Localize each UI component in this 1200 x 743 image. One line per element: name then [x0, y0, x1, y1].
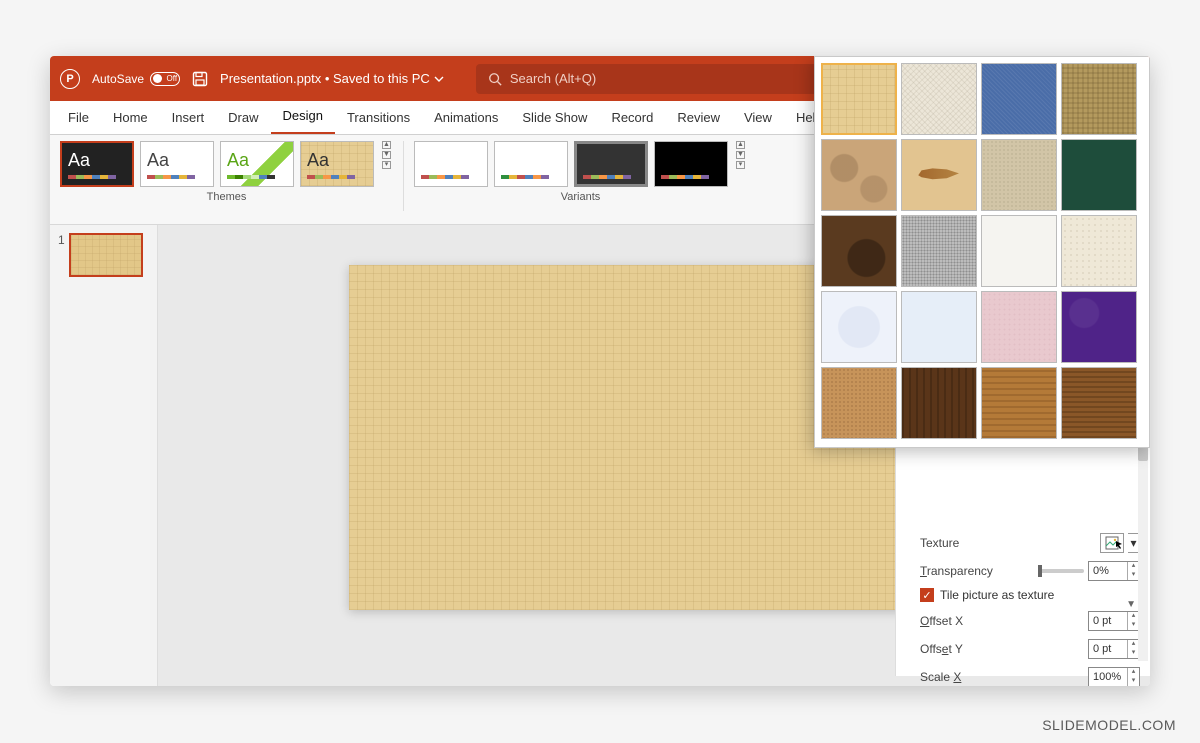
themes-group-label: Themes — [207, 191, 247, 203]
search-icon — [488, 72, 502, 86]
slide-thumbnail-panel: 1 — [50, 225, 158, 686]
powerpoint-window: P AutoSave Off Presentation.pptx • Saved… — [50, 56, 1150, 686]
slide-thumbnail[interactable] — [69, 233, 143, 277]
texture-swatch-oak[interactable] — [981, 367, 1057, 439]
tab-review[interactable]: Review — [665, 102, 732, 134]
expand-icon[interactable]: ▼ — [1126, 599, 1136, 610]
texture-swatch-recycled-paper[interactable] — [1061, 215, 1137, 287]
tab-animations[interactable]: Animations — [422, 102, 510, 134]
tab-transitions[interactable]: Transitions — [335, 102, 422, 134]
scale-x-label: Scale X — [920, 670, 961, 684]
texture-picker-button[interactable] — [1100, 533, 1124, 553]
offset-x-input[interactable]: 0 pt▴▾ — [1088, 611, 1140, 631]
autosave-label: AutoSave — [92, 72, 144, 86]
save-icon[interactable] — [192, 71, 208, 87]
texture-swatch-medium-wood[interactable] — [1061, 367, 1137, 439]
texture-swatch-denim[interactable] — [981, 63, 1057, 135]
cursor-icon — [1116, 541, 1124, 549]
tab-home[interactable]: Home — [101, 102, 160, 134]
transparency-input[interactable]: 0%▴▾ — [1088, 561, 1140, 581]
tab-draw[interactable]: Draw — [216, 102, 270, 134]
texture-swatch-papyrus[interactable] — [821, 63, 897, 135]
search-input[interactable]: Search (Alt+Q) — [476, 64, 846, 94]
tab-view[interactable]: View — [732, 102, 784, 134]
theme-thumbnail[interactable]: Aa — [60, 141, 134, 187]
texture-swatch-canvas[interactable] — [901, 63, 977, 135]
transparency-label: Transparency — [920, 564, 993, 578]
texture-swatch-brown-leather[interactable] — [821, 215, 897, 287]
texture-swatch-woven-mat[interactable] — [1061, 63, 1137, 135]
texture-swatch-pink-tissue[interactable] — [981, 291, 1057, 363]
tab-insert[interactable]: Insert — [160, 102, 217, 134]
transparency-slider[interactable] — [1038, 569, 1084, 573]
variant-thumbnail[interactable] — [654, 141, 728, 187]
separator — [403, 141, 404, 211]
variants-group: ▲▼▾ Variants — [414, 141, 747, 224]
tab-record[interactable]: Record — [599, 102, 665, 134]
texture-swatch-sand[interactable] — [981, 139, 1057, 211]
offset-x-label: Offset X — [920, 614, 963, 628]
tile-picture-checkbox[interactable]: ✓ Tile picture as texture — [920, 588, 1140, 602]
texture-swatch-stationery[interactable] — [821, 291, 897, 363]
checkbox-icon: ✓ — [920, 588, 934, 602]
toggle-switch[interactable]: Off — [150, 72, 180, 86]
variant-thumbnail[interactable] — [574, 141, 648, 187]
document-title[interactable]: Presentation.pptx • Saved to this PC — [220, 71, 444, 86]
theme-thumbnail[interactable]: Aa — [140, 141, 214, 187]
texture-swatch-fish-fossil[interactable] — [901, 139, 977, 211]
variants-more-button[interactable]: ▲▼▾ — [734, 141, 747, 169]
texture-label: Texture — [920, 536, 959, 550]
chevron-down-icon — [434, 74, 444, 84]
themes-group: Aa Aa Aa Aa ▲▼▾ Themes — [60, 141, 393, 224]
theme-thumbnail[interactable]: Aa — [300, 141, 374, 187]
tab-slideshow[interactable]: Slide Show — [510, 102, 599, 134]
themes-more-button[interactable]: ▲▼▾ — [380, 141, 393, 169]
variant-thumbnail[interactable] — [494, 141, 568, 187]
texture-swatch-paper-bag[interactable] — [821, 139, 897, 211]
variant-thumbnail[interactable] — [414, 141, 488, 187]
watermark: SLIDEMODEL.COM — [1042, 717, 1176, 733]
texture-swatch-purple-mesh[interactable] — [1061, 291, 1137, 363]
texture-swatch-granite[interactable] — [901, 215, 977, 287]
offset-y-label: Offset Y — [920, 642, 963, 656]
tab-file[interactable]: File — [56, 102, 101, 134]
tab-design[interactable]: Design — [271, 100, 335, 134]
texture-swatch-green-marble[interactable] — [1061, 139, 1137, 211]
theme-thumbnail[interactable]: Aa — [220, 141, 294, 187]
slide-number: 1 — [58, 233, 65, 247]
texture-swatch-blue-tissue[interactable] — [901, 291, 977, 363]
variants-group-label: Variants — [561, 191, 601, 203]
scale-x-input[interactable]: 100%▴▾ — [1088, 667, 1140, 686]
app-icon: P — [60, 69, 80, 89]
texture-swatch-walnut[interactable] — [901, 367, 977, 439]
texture-swatch-cork[interactable] — [821, 367, 897, 439]
texture-gallery — [814, 56, 1150, 448]
offset-y-input[interactable]: 0 pt▴▾ — [1088, 639, 1140, 659]
autosave-toggle[interactable]: AutoSave Off — [92, 72, 180, 86]
texture-swatch-newsprint[interactable] — [981, 215, 1057, 287]
tile-picture-label: Tile picture as texture — [940, 588, 1054, 602]
